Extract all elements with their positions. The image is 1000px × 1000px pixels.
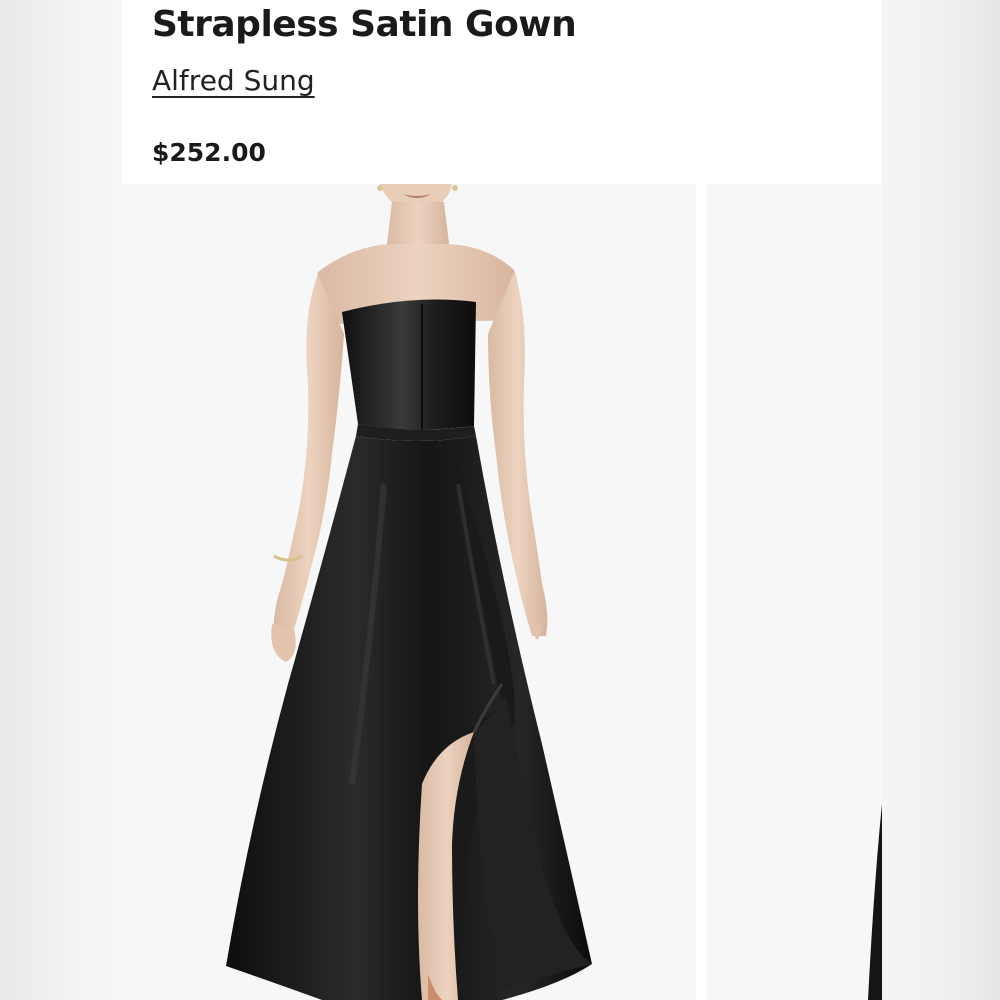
gown-photo	[226, 184, 592, 1000]
app-frame: Strapless Satin Gown Alfred Sung $252.00	[0, 0, 1000, 1000]
left-backdrop	[0, 0, 122, 1000]
image-gallery[interactable]	[122, 184, 882, 1000]
brand-link[interactable]: Alfred Sung	[152, 64, 315, 97]
gallery-image-next[interactable]	[706, 184, 882, 1000]
next-image-preview	[868, 804, 882, 1000]
product-price: $252.00	[152, 138, 266, 167]
gallery-image-main[interactable]	[122, 184, 696, 1000]
product-page: Strapless Satin Gown Alfred Sung $252.00	[122, 0, 882, 1000]
right-backdrop	[882, 0, 1000, 1000]
product-title: Strapless Satin Gown	[152, 4, 577, 45]
